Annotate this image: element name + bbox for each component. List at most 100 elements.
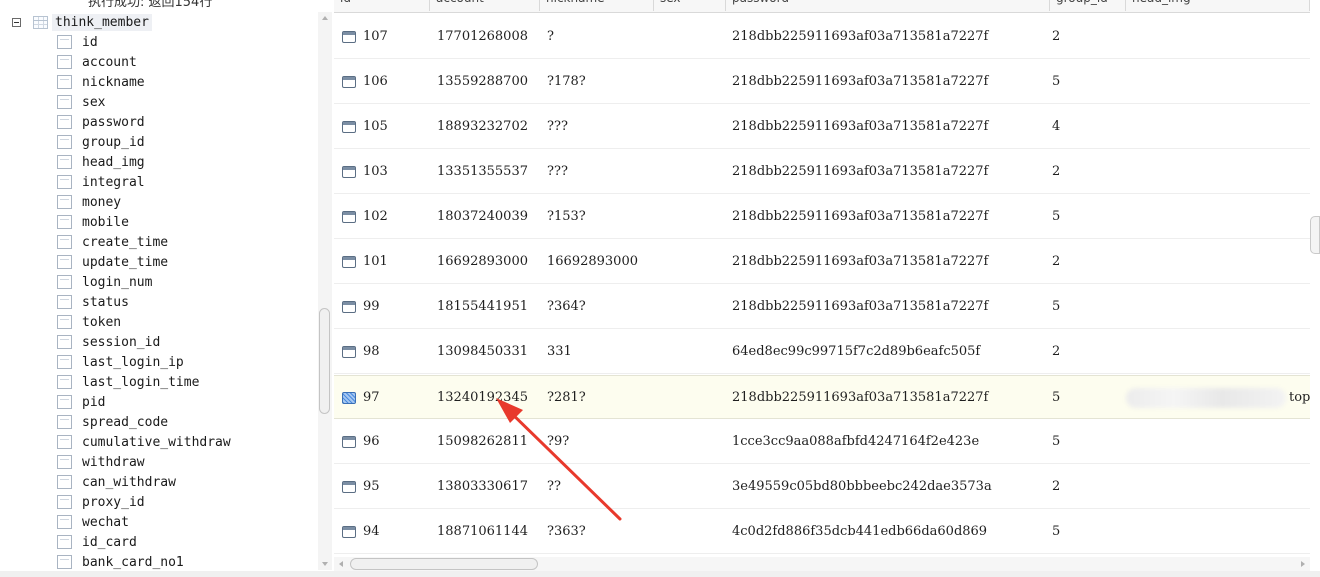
table-row[interactable]: 102 18037240039 ?153? 218dbb225911693af03a7… (334, 195, 1310, 239)
tree-field-status[interactable]: status (57, 292, 129, 312)
cell-account[interactable]: 15098262811 (437, 420, 528, 464)
cell-nickname[interactable]: ?364? (547, 285, 586, 329)
column-header-nickname[interactable]: nickname (540, 0, 654, 11)
tree-field-create-time[interactable]: create_time (57, 232, 168, 252)
cell-id[interactable]: 102 (363, 195, 388, 239)
tree-field-token[interactable]: token (57, 312, 121, 332)
cell-group-id[interactable]: 5 (1052, 420, 1060, 464)
scroll-up-arrow-icon[interactable] (322, 16, 328, 20)
grid-vertical-scrollbar[interactable] (1310, 0, 1320, 557)
tree-field-bank-card-no1[interactable]: bank_card_no1 (57, 552, 184, 572)
cell-group-id[interactable]: 2 (1052, 150, 1060, 194)
tree-field-id-card[interactable]: id_card (57, 532, 137, 552)
cell-nickname[interactable]: ? (547, 15, 554, 59)
cell-nickname[interactable]: ??? (547, 150, 568, 194)
scrollbar-thumb[interactable] (1310, 216, 1320, 254)
cell-id[interactable]: 97 (363, 376, 380, 420)
column-header-group-id[interactable]: group_id (1050, 0, 1126, 11)
cell-id[interactable]: 95 (363, 465, 380, 509)
tree-field-can-withdraw[interactable]: can_withdraw (57, 472, 176, 492)
cell-account[interactable]: 13098450331 (437, 330, 528, 374)
cell-password[interactable]: 218dbb225911693af03a713581a7227f (732, 150, 988, 194)
cell-id[interactable]: 107 (363, 15, 388, 59)
scroll-down-arrow-icon[interactable] (322, 562, 328, 566)
cell-password[interactable]: 1cce3cc9aa088afbfd4247164f2e423e (732, 420, 979, 464)
cell-nickname[interactable]: ?153? (547, 195, 586, 239)
cell-nickname[interactable]: 331 (547, 330, 572, 374)
cell-nickname[interactable]: ?281? (547, 376, 586, 420)
tree-field-sex[interactable]: sex (57, 92, 105, 112)
table-row[interactable]: 105 18893232702??? 218dbb225911693af03a713… (334, 105, 1310, 149)
column-header-head-img[interactable]: head_img (1126, 0, 1310, 11)
tree-field-last-login-time[interactable]: last_login_time (57, 372, 199, 392)
cell-password[interactable]: 218dbb225911693af03a713581a7227f (732, 195, 988, 239)
scroll-left-arrow-icon[interactable] (339, 561, 343, 567)
scrollbar-thumb[interactable] (350, 558, 538, 570)
cell-nickname[interactable]: ?? (547, 465, 561, 509)
grid-horizontal-scrollbar[interactable] (334, 557, 1310, 571)
tree-field-group-id[interactable]: group_id (57, 132, 145, 152)
table-row[interactable]: 101 16692893000 16692893000 218dbb225911693… (334, 240, 1310, 284)
cell-group-id[interactable]: 2 (1052, 330, 1060, 374)
cell-id[interactable]: 106 (363, 60, 388, 104)
tree-field-integral[interactable]: integral (57, 172, 145, 192)
table-row[interactable]: 96 15098262811 ?9? 1cce3cc9aa088afbfd424716… (334, 420, 1310, 464)
tree-field-proxy-id[interactable]: proxy_id (57, 492, 145, 512)
tree-field-update-time[interactable]: update_time (57, 252, 168, 272)
cell-account[interactable]: 13803330617 (437, 465, 528, 509)
cell-account[interactable]: 18871061144 (437, 510, 528, 554)
cell-account[interactable]: 17701268008 (437, 15, 528, 59)
cell-id[interactable]: 94 (363, 510, 380, 554)
cell-password[interactable]: 64ed8ec99c99715f7c2d89b6eafc505f (732, 330, 980, 374)
tree-field-session-id[interactable]: session_id (57, 332, 160, 352)
cell-nickname[interactable]: ?9? (547, 420, 569, 464)
collapse-toggle-icon[interactable] (12, 17, 21, 27)
cell-account[interactable]: 13559288700 (437, 60, 528, 104)
tree-field-money[interactable]: money (57, 192, 121, 212)
cell-next-column[interactable]: top (1289, 376, 1310, 420)
tree-field-mobile[interactable]: mobile (57, 212, 129, 232)
table-row[interactable]: 95 13803330617?? 3e49559c05bd80bbbeebc242d… (334, 465, 1310, 509)
cell-group-id[interactable]: 2 (1052, 240, 1060, 284)
scroll-right-arrow-icon[interactable] (1301, 561, 1305, 567)
scrollbar-thumb[interactable] (319, 308, 330, 414)
tree-field-nickname[interactable]: nickname (57, 72, 145, 92)
cell-group-id[interactable]: 5 (1052, 195, 1060, 239)
tree-node-table[interactable]: think_member (12, 12, 152, 32)
cell-nickname[interactable]: ??? (547, 105, 568, 149)
cell-group-id[interactable]: 2 (1052, 15, 1060, 59)
column-header-sex[interactable]: sex (654, 0, 726, 11)
tree-field-pid[interactable]: pid (57, 392, 105, 412)
cell-password[interactable]: 218dbb225911693af03a713581a7227f (732, 105, 988, 149)
cell-nickname[interactable]: 16692893000 (547, 240, 638, 284)
cell-id[interactable]: 99 (363, 285, 380, 329)
cell-password[interactable]: 4c0d2fd886f35dcb441edb66da60d869 (732, 510, 987, 554)
cell-nickname[interactable]: ?363? (547, 510, 586, 554)
cell-group-id[interactable]: 5 (1052, 376, 1060, 420)
cell-account[interactable]: 18037240039 (437, 195, 528, 239)
cell-id[interactable]: 101 (363, 240, 388, 284)
cell-group-id[interactable]: 4 (1052, 105, 1060, 149)
column-header-account[interactable]: account (430, 0, 540, 11)
tree-field-login-num[interactable]: login_num (57, 272, 152, 292)
cell-group-id[interactable]: 2 (1052, 465, 1060, 509)
tree-field-last-login-ip[interactable]: last_login_ip (57, 352, 184, 372)
cell-id[interactable]: 98 (363, 330, 380, 374)
cell-group-id[interactable]: 5 (1052, 285, 1060, 329)
cell-nickname[interactable]: ?178? (547, 60, 586, 104)
cell-password[interactable]: 218dbb225911693af03a713581a7227f (732, 376, 988, 420)
tree-field-withdraw[interactable]: withdraw (57, 452, 145, 472)
table-row[interactable]: 103 13351355537??? 218dbb225911693af03a713… (334, 150, 1310, 194)
cell-id[interactable]: 96 (363, 420, 380, 464)
cell-password[interactable]: 218dbb225911693af03a713581a7227f (732, 60, 988, 104)
tree-field-account[interactable]: account (57, 52, 137, 72)
tree-field-head-img[interactable]: head_img (57, 152, 145, 172)
tree-field-wechat[interactable]: wechat (57, 512, 129, 532)
cell-account[interactable]: 13240192345 (437, 376, 528, 420)
table-row[interactable]: 98 13098450331 331 64ed8ec99c99715f7c2d89b6… (334, 330, 1310, 374)
table-row[interactable]: 99 18155441951 ?364? 218dbb225911693af03a71… (334, 285, 1310, 329)
tree-field-spread-code[interactable]: spread_code (57, 412, 168, 432)
cell-id[interactable]: 103 (363, 150, 388, 194)
column-header-id[interactable]: id (334, 0, 430, 11)
tree-field-password[interactable]: password (57, 112, 145, 132)
